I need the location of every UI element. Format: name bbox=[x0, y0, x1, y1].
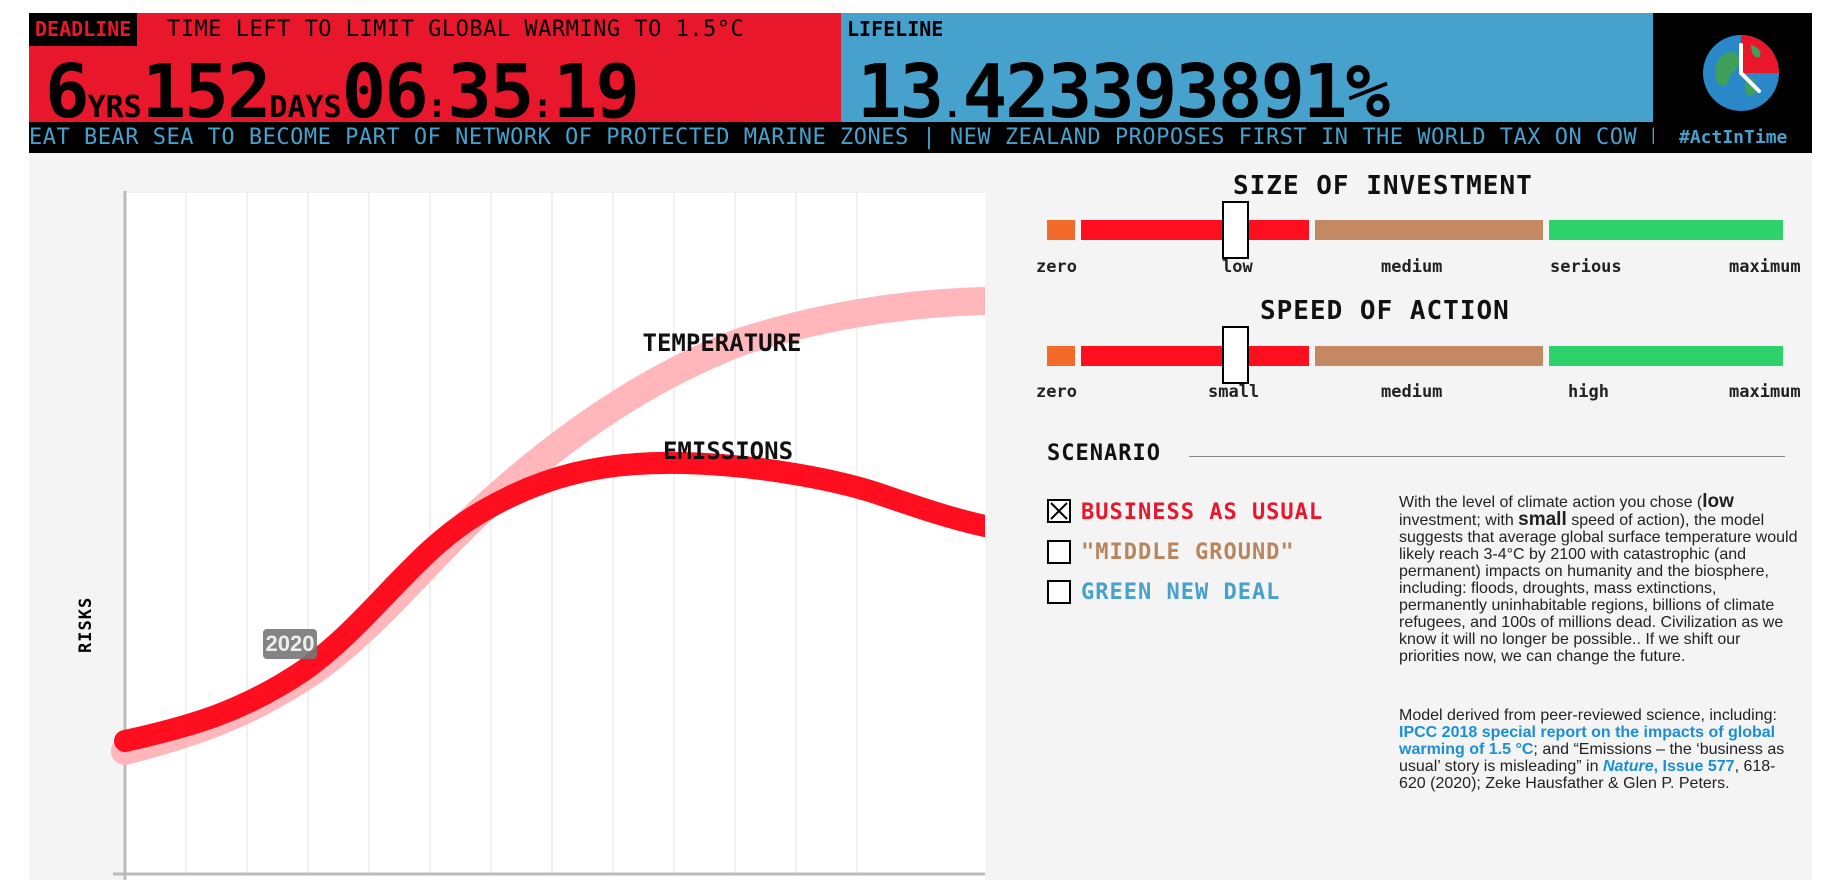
speed-slider-handle[interactable] bbox=[1222, 326, 1249, 384]
y-axis-label: RISKS bbox=[76, 596, 96, 653]
references: Model derived from peer-reviewed science… bbox=[1399, 707, 1799, 792]
speed-label-small: small bbox=[1208, 382, 1260, 402]
bar-segment-medium[interactable] bbox=[1315, 346, 1543, 366]
year-marker[interactable]: 2020 bbox=[263, 629, 317, 659]
lifeline-subtitle: WORLD'S ENERGY FROM RENEWABLES bbox=[959, 17, 1372, 42]
main-panel: TEMPERATURE EMISSIONS 2020 RISKS SIZE OF… bbox=[29, 153, 1812, 880]
deadline-counter: 6YRS152DAYS06:35:19 bbox=[45, 49, 640, 135]
speed-title: SPEED OF ACTION bbox=[1260, 296, 1510, 326]
investment-label-medium: medium bbox=[1381, 257, 1443, 277]
speed-label-maximum: maximum bbox=[1729, 382, 1801, 402]
investment-label-zero: zero bbox=[1036, 257, 1077, 277]
time-separator: : bbox=[426, 86, 448, 126]
decimal-point: . bbox=[942, 86, 963, 126]
bar-segment-zero[interactable] bbox=[1047, 346, 1075, 366]
nature-link[interactable]: Nature bbox=[1603, 758, 1654, 775]
checkbox-unchecked[interactable] bbox=[1047, 580, 1071, 604]
emissions-label: EMISSIONS bbox=[663, 437, 793, 465]
bar-segment-small[interactable] bbox=[1081, 346, 1309, 366]
years-unit: YRS bbox=[87, 90, 142, 125]
bar-segment-serious[interactable] bbox=[1549, 220, 1783, 240]
scenario-title: SCENARIO bbox=[1047, 441, 1161, 466]
lifeline-panel: LIFELINE WORLD'S ENERGY FROM RENEWABLES … bbox=[841, 13, 1653, 135]
checkbox-unchecked[interactable] bbox=[1047, 540, 1071, 564]
bar-segment-high[interactable] bbox=[1549, 346, 1783, 366]
ticker-text: EAT BEAR SEA TO BECOME PART OF NETWORK O… bbox=[29, 125, 1654, 150]
checkbox-checked[interactable] bbox=[1047, 499, 1071, 523]
scenario-description: With the level of climate action you cho… bbox=[1399, 491, 1799, 665]
description-speed: small bbox=[1518, 509, 1567, 530]
news-ticker: EAT BEAR SEA TO BECOME PART OF NETWORK O… bbox=[29, 122, 1654, 153]
investment-label-maximum: maximum bbox=[1729, 257, 1801, 277]
nature-issue-link[interactable]: , Issue 577 bbox=[1654, 758, 1735, 775]
investment-slider-handle[interactable] bbox=[1222, 201, 1249, 259]
bar-segment-low[interactable] bbox=[1081, 220, 1309, 240]
year-marker-label: 2020 bbox=[266, 631, 315, 656]
speed-label-medium: medium bbox=[1381, 382, 1443, 402]
references-text: Model derived from peer-reviewed science… bbox=[1399, 707, 1777, 724]
bar-segment-zero[interactable] bbox=[1047, 220, 1075, 240]
speed-label-high: high bbox=[1568, 382, 1609, 402]
description-text: speed of action), the model suggests tha… bbox=[1399, 512, 1798, 665]
description-investment: low bbox=[1702, 491, 1734, 512]
lifeline-tag: LIFELINE bbox=[841, 13, 950, 46]
description-text: investment; with bbox=[1399, 512, 1519, 529]
investment-title: SIZE OF INVESTMENT bbox=[1233, 171, 1533, 201]
scenario-divider bbox=[1189, 456, 1785, 457]
deadline-tag: DEADLINE bbox=[29, 13, 138, 46]
temperature-label: TEMPERATURE bbox=[643, 329, 802, 357]
investment-label-serious: serious bbox=[1550, 257, 1622, 277]
days-unit: DAYS bbox=[269, 90, 342, 125]
scenario-label-middle-ground[interactable]: "MIDDLE GROUND" bbox=[1081, 540, 1295, 565]
scenario-label-business-as-usual[interactable]: BUSINESS AS USUAL bbox=[1081, 500, 1323, 525]
header-bar: DEADLINE TIME LEFT TO LIMIT GLOBAL WARMI… bbox=[29, 13, 1812, 153]
scenario-chart: TEMPERATURE EMISSIONS 2020 bbox=[111, 191, 985, 880]
time-separator: : bbox=[532, 86, 553, 126]
globe-clock-icon[interactable] bbox=[1701, 33, 1781, 113]
deadline-panel: DEADLINE TIME LEFT TO LIMIT GLOBAL WARMI… bbox=[29, 13, 841, 135]
deadline-subtitle: TIME LEFT TO LIMIT GLOBAL WARMING TO 1.5… bbox=[167, 13, 745, 46]
investment-label-low: low bbox=[1222, 257, 1253, 277]
speed-label-zero: zero bbox=[1036, 382, 1077, 402]
bar-segment-medium[interactable] bbox=[1315, 220, 1543, 240]
scenario-label-green-new-deal[interactable]: GREEN NEW DEAL bbox=[1081, 580, 1280, 605]
hashtag-link[interactable]: #ActInTime bbox=[1679, 127, 1787, 148]
